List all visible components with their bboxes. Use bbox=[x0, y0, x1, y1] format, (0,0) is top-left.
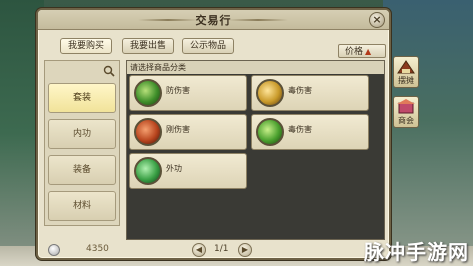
tab-buy[interactable]: 我要购买 bbox=[60, 38, 112, 54]
guild-button[interactable]: 商会 bbox=[393, 96, 419, 128]
content-header: 请选择商品分类 bbox=[127, 61, 384, 74]
title-bar: 交易行 × bbox=[38, 10, 389, 30]
silver-coin-icon bbox=[48, 244, 60, 256]
prev-page-button[interactable]: ◀ bbox=[192, 243, 206, 257]
item-grid: 请选择商品分类 防伤害 毒伤害 刚伤害 毒伤害 外功 bbox=[126, 60, 385, 240]
green-swirl-icon bbox=[134, 79, 162, 107]
item-card[interactable]: 防伤害 bbox=[129, 75, 247, 111]
window-title: 交易行 bbox=[195, 14, 232, 27]
money-amount: 4350 bbox=[86, 244, 109, 254]
item-card[interactable]: 毒伤害 bbox=[251, 114, 369, 150]
green-leaf-icon bbox=[256, 118, 284, 146]
item-label: 外功 bbox=[166, 164, 182, 173]
category-material[interactable]: 材料 bbox=[48, 191, 116, 221]
item-label: 毒伤害 bbox=[288, 86, 312, 95]
stall-button[interactable]: 摆摊 bbox=[393, 56, 419, 88]
item-card[interactable]: 外功 bbox=[129, 153, 247, 189]
price-sort-label: 价格 bbox=[345, 47, 364, 57]
item-label: 刚伤害 bbox=[166, 125, 190, 134]
item-card[interactable]: 刚伤害 bbox=[129, 114, 247, 150]
trade-window: 交易行 × 我要购买 我要出售 公示物品 价格 ▲ 套装 内功 装备 材料 请选择… bbox=[36, 8, 391, 260]
close-button[interactable]: × bbox=[369, 12, 385, 28]
page-indicator: 1/1 bbox=[214, 244, 229, 254]
category-inner-skill[interactable]: 内功 bbox=[48, 119, 116, 149]
footer-bar: 4350 ◀ 1/1 ▶ bbox=[42, 242, 385, 258]
guild-icon bbox=[397, 99, 415, 114]
search-icon[interactable] bbox=[103, 65, 115, 77]
item-label: 防伤害 bbox=[166, 86, 190, 95]
guild-label: 商会 bbox=[398, 116, 414, 125]
price-sort-button[interactable]: 价格 ▲ bbox=[338, 44, 386, 58]
tab-sell[interactable]: 我要出售 bbox=[122, 38, 174, 54]
watermark: 脉冲手游网 bbox=[364, 240, 469, 264]
stall-icon bbox=[397, 60, 415, 74]
sort-arrow-icon: ▲ bbox=[365, 47, 372, 56]
category-equipment[interactable]: 装备 bbox=[48, 155, 116, 185]
item-card[interactable]: 毒伤害 bbox=[251, 75, 369, 111]
game-scene-right bbox=[383, 0, 473, 266]
tab-public[interactable]: 公示物品 bbox=[182, 38, 234, 54]
category-suit[interactable]: 套装 bbox=[48, 83, 116, 113]
gold-orb-icon bbox=[256, 79, 284, 107]
category-list: 套装 内功 装备 材料 bbox=[44, 60, 120, 226]
green-burst-icon bbox=[134, 157, 162, 185]
stall-label: 摆摊 bbox=[398, 76, 414, 85]
item-label: 毒伤害 bbox=[288, 125, 312, 134]
next-page-button[interactable]: ▶ bbox=[238, 243, 252, 257]
title-ornament-right bbox=[228, 19, 288, 21]
red-swirl-icon bbox=[134, 118, 162, 146]
